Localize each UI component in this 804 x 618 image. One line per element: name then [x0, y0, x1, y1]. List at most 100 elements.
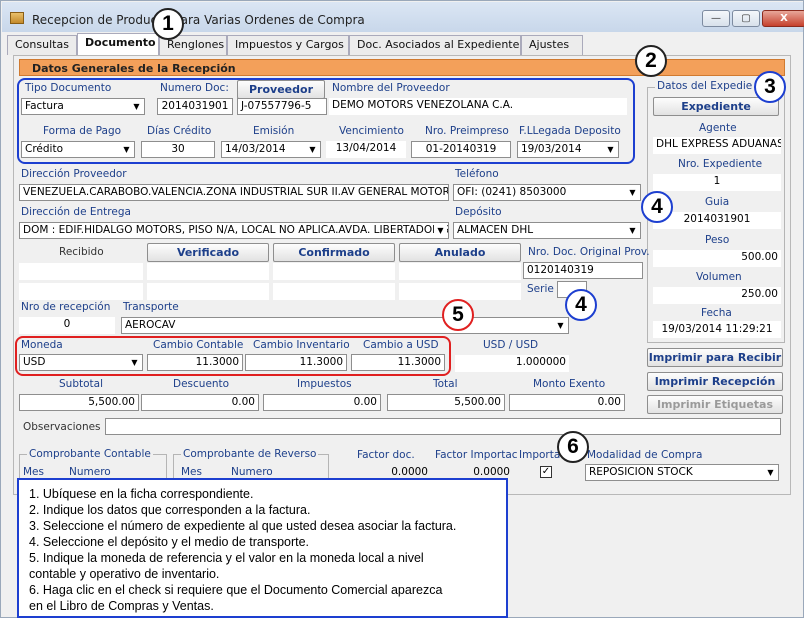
- confirmado-field-2: [273, 283, 395, 300]
- observaciones-input[interactable]: [105, 418, 781, 435]
- recibido-field: [19, 263, 143, 280]
- usd-usd-label: USD / USD: [483, 339, 539, 351]
- confirmado-button[interactable]: Confirmado: [273, 243, 395, 262]
- modalidad-label: Modalidad de Compra: [587, 449, 703, 461]
- total-label: Total: [433, 378, 458, 390]
- total-field: 5,500.00: [387, 394, 505, 411]
- transporte-select[interactable]: AEROCAV ▼: [121, 317, 569, 334]
- modalidad-select[interactable]: REPOSICION STOCK ▼: [585, 464, 779, 481]
- callout-4-deposito: 4: [641, 191, 673, 223]
- direccion-proveedor-field: VENEZUELA.CARABOBO.VALENCIA.ZONA INDUSTR…: [19, 184, 449, 201]
- tab-ajustes[interactable]: Ajustes: [521, 35, 583, 55]
- callout-2: 2: [635, 45, 667, 77]
- usd-usd-field: 1.000000: [455, 355, 569, 372]
- confirmado-field: [273, 263, 395, 280]
- verificado-field-2: [147, 283, 269, 300]
- verificado-button[interactable]: Verificado: [147, 243, 269, 262]
- title-bar: Recepcion de Producto para Varias Ordene…: [2, 2, 804, 32]
- imprimir-recepcion-button[interactable]: Imprimir Recepción: [647, 372, 783, 391]
- callout-1: 1: [152, 8, 184, 40]
- serie-label: Serie: [527, 283, 554, 295]
- callout-6: 6: [557, 431, 589, 463]
- imprimir-recibir-button[interactable]: Imprimir para Recibir: [647, 348, 783, 367]
- subtotal-field: 5,500.00: [19, 394, 139, 411]
- modalidad-value: REPOSICION STOCK: [589, 466, 693, 478]
- imprimir-etiquetas-button[interactable]: Imprimir Etiquetas: [647, 395, 783, 414]
- app-icon: [10, 12, 24, 24]
- nro-doc-original-label: Nro. Doc. Original Prov.: [528, 246, 650, 258]
- nro-recepcion-label: Nro de recepción: [21, 301, 111, 313]
- chevron-down-icon: ▼: [764, 466, 777, 479]
- instruction-line: contable y operativo de inventario.: [29, 567, 220, 581]
- guia-label: Guia: [705, 196, 730, 208]
- chevron-down-icon: ▼: [626, 186, 639, 199]
- subtotal-label: Subtotal: [59, 378, 103, 390]
- tab-impuestos-cargos[interactable]: Impuestos y Cargos: [227, 35, 349, 55]
- anulado-button[interactable]: Anulado: [399, 243, 521, 262]
- main-window: Recepcion de Producto para Varias Ordene…: [0, 0, 804, 618]
- deposito-label: Depósito: [455, 206, 502, 218]
- callout-5: 5: [442, 299, 474, 331]
- monto-exento-label: Monto Exento: [533, 378, 606, 390]
- section-header: Datos Generales de la Recepción: [19, 59, 785, 76]
- nro-recepcion-field: 0: [19, 317, 115, 334]
- maximize-button[interactable]: ▢: [732, 10, 760, 27]
- verificado-field: [147, 263, 269, 280]
- direccion-entrega-select[interactable]: DOM : EDIF.HIDALGO MOTORS, PISO N/A, LOC…: [19, 222, 449, 239]
- deposito-select[interactable]: ALMACEN DHL ▼: [453, 222, 641, 239]
- instruction-line: 1. Ubíquese en la ficha correspondiente.: [29, 487, 254, 501]
- window-title: Recepcion de Producto para Varias Ordene…: [32, 13, 365, 27]
- importac-checkbox[interactable]: ✓: [540, 466, 552, 478]
- comprobante-contable-label: Comprobante Contable: [27, 448, 153, 460]
- peso-label: Peso: [705, 234, 730, 246]
- transporte-value: AEROCAV: [125, 319, 176, 331]
- nro-doc-original-input[interactable]: 0120140319: [523, 262, 643, 279]
- tab-consultas[interactable]: Consultas: [7, 35, 77, 55]
- numero-label: Numero: [69, 466, 111, 478]
- peso-field: 500.00: [653, 250, 781, 267]
- impuestos-label: Impuestos: [297, 378, 352, 390]
- impuestos-field: 0.00: [263, 394, 381, 411]
- telefono-value: OFI: (0241) 8503000: [457, 186, 567, 198]
- direccion-proveedor-label: Dirección Proveedor: [21, 168, 127, 180]
- expediente-group-label: Datos del Expedie: [655, 80, 755, 92]
- mes-reverso-label: Mes: [181, 466, 202, 478]
- numero-reverso-label: Numero: [231, 466, 273, 478]
- instruction-line: 3. Seleccione el número de expediente al…: [29, 519, 457, 533]
- highlight-moneda: [15, 336, 451, 376]
- comprobante-reverso-label: Comprobante de Reverso: [181, 448, 319, 460]
- telefono-select[interactable]: OFI: (0241) 8503000 ▼: [453, 184, 641, 201]
- anulado-field-2: [399, 283, 521, 300]
- chevron-down-icon: ▼: [434, 224, 447, 237]
- agente-label: Agente: [699, 122, 737, 134]
- mes-label: Mes: [23, 466, 44, 478]
- tab-documento[interactable]: Documento: [77, 33, 159, 56]
- nro-expediente-label: Nro. Expediente: [678, 158, 763, 170]
- direccion-entrega-label: Dirección de Entrega: [21, 206, 131, 218]
- observaciones-label: Observaciones: [23, 421, 101, 433]
- telefono-label: Teléfono: [455, 168, 499, 180]
- chevron-down-icon: ▼: [626, 224, 639, 237]
- instruction-line: 2. Indique los datos que corresponden a …: [29, 503, 311, 517]
- descuento-field: 0.00: [141, 394, 259, 411]
- factor-doc-label: Factor doc.: [357, 449, 415, 461]
- instruction-line: 6. Haga clic en el check si requiere que…: [29, 583, 443, 597]
- instruction-line: en el Libro de Compras y Ventas.: [29, 599, 214, 613]
- callout-4-transporte: 4: [565, 289, 597, 321]
- monto-exento-field: 0.00: [509, 394, 625, 411]
- fecha-field: 19/03/2014 11:29:21: [653, 321, 781, 338]
- anulado-field: [399, 263, 521, 280]
- callout-3: 3: [754, 71, 786, 103]
- minimize-button[interactable]: —: [702, 10, 730, 27]
- transporte-label: Transporte: [123, 301, 179, 313]
- highlight-datos-factura: [17, 78, 635, 164]
- chevron-down-icon: ▼: [554, 319, 567, 332]
- instruction-line: 5. Indique la moneda de referencia y el …: [29, 551, 424, 565]
- close-button[interactable]: X: [762, 10, 804, 27]
- instructions-box: 1. Ubíquese en la ficha correspondiente.…: [17, 478, 508, 618]
- descuento-label: Descuento: [173, 378, 230, 390]
- volumen-field: 250.00: [653, 287, 781, 304]
- tab-doc-asociados[interactable]: Doc. Asociados al Expediente: [349, 35, 521, 55]
- volumen-label: Volumen: [696, 271, 742, 283]
- instruction-line: 4. Seleccione el depósito y el medio de …: [29, 535, 310, 549]
